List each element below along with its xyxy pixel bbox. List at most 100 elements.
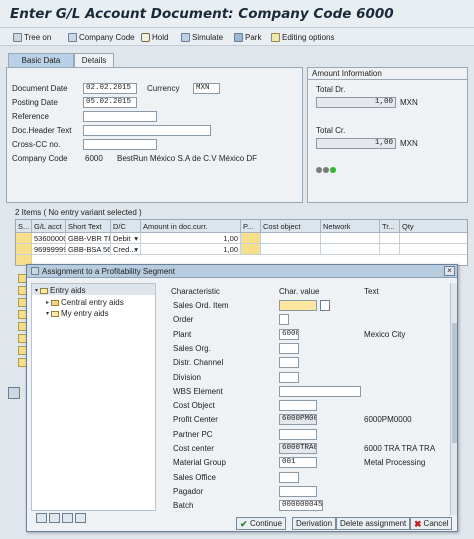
tab-basic-data[interactable]: Basic Data (8, 53, 74, 67)
tree-on-button[interactable]: Tree on (13, 31, 51, 43)
gl-account-cell[interactable]: 9699999999 (32, 244, 66, 255)
debit-credit-value: Cred... (113, 245, 136, 254)
row-selector[interactable] (16, 244, 32, 255)
characteristic-text: Metal Processing (364, 458, 426, 468)
tree-node-central-entry-aids[interactable]: ▸ Central entry aids (46, 298, 124, 307)
simulate-button[interactable]: Simulate (181, 31, 223, 43)
close-icon[interactable]: × (444, 266, 455, 276)
characteristic-value-field[interactable] (279, 357, 299, 369)
grid-header[interactable]: G/L acct (32, 220, 66, 233)
park-icon (234, 32, 243, 42)
doc-header-text-field[interactable] (83, 125, 211, 136)
document-date-field[interactable]: 02.02.2015 (83, 83, 137, 94)
transaction-type-cell[interactable] (380, 233, 400, 244)
grid-header[interactable]: Network (321, 220, 380, 233)
network-cell[interactable] (321, 244, 380, 255)
expand-triangle-icon[interactable]: ▸ (46, 299, 49, 306)
tree-node-my-entry-aids[interactable]: ▾ My entry aids (46, 309, 109, 318)
short-text-cell[interactable]: GBB-VBR TR... (66, 233, 111, 244)
dropdown-arrow-icon[interactable]: ▾ (134, 245, 138, 254)
dropdown-arrow-icon[interactable]: ▾ (134, 234, 138, 243)
characteristic-label: Sales Ord. Item (173, 301, 229, 310)
characteristic-value-field[interactable] (279, 371, 299, 383)
hold-button[interactable]: Hold (141, 31, 168, 43)
quantity-cell[interactable] (400, 233, 467, 244)
cross-cc-field[interactable] (83, 139, 157, 150)
change-entry-aid-icon[interactable] (49, 513, 60, 523)
characteristic-value-field[interactable] (279, 385, 361, 397)
posting-date-field[interactable]: 05.02.2015 (83, 97, 137, 108)
characteristic-value-field[interactable] (279, 342, 299, 354)
currency-field[interactable]: MXN (193, 83, 220, 94)
park-button[interactable]: Park (234, 31, 261, 43)
characteristic-value-field[interactable] (279, 300, 317, 311)
characteristic-value-field[interactable]: 6000 (279, 328, 299, 340)
folder-open-icon (40, 287, 49, 294)
company-code-button[interactable]: Company Code (68, 31, 135, 43)
grid-header[interactable]: Amount in doc.curr. (141, 220, 241, 233)
grid-settings-icon[interactable] (8, 387, 20, 399)
currency-label: Currency (147, 84, 180, 93)
grid-header[interactable]: S... (16, 220, 32, 233)
copy-entry-aid-icon[interactable] (62, 513, 73, 523)
trash-icon[interactable] (75, 513, 86, 523)
characteristic-label: Profit Center (173, 415, 218, 425)
dialog-title: Assignment to a Profitability Segment (42, 266, 175, 276)
grid-header[interactable]: D/C (111, 220, 141, 233)
debit-credit-value: Debit (113, 234, 131, 243)
create-entry-aid-icon[interactable] (36, 513, 47, 523)
scrollbar-thumb[interactable] (452, 323, 457, 443)
characteristic-value-field[interactable]: 001 (279, 457, 317, 469)
editing-options-button[interactable]: Editing options (271, 31, 334, 43)
derivation-button[interactable]: Derivation (292, 517, 337, 530)
row-selector[interactable] (16, 233, 32, 244)
network-cell[interactable] (321, 233, 380, 244)
profitability-segment-icon[interactable] (241, 233, 261, 244)
cost-object-cell[interactable] (261, 233, 321, 244)
items-grid-title: 2 Items ( No entry variant selected ) (15, 208, 142, 217)
characteristic-value-field[interactable]: 6000TRA000 (279, 443, 317, 454)
tab-details[interactable]: Details (74, 53, 114, 67)
grid-header[interactable]: Cost object (261, 220, 321, 233)
value-help-icon[interactable] (320, 300, 330, 311)
quantity-cell[interactable] (400, 244, 467, 255)
characteristic-label: Sales Office (173, 472, 216, 482)
grid-header[interactable]: Qty (400, 220, 467, 233)
cost-object-cell[interactable] (261, 244, 321, 255)
characteristic-text: 6000 TRA TRA TRA (364, 444, 436, 453)
reference-field[interactable] (83, 111, 157, 122)
characteristic-value-field[interactable] (279, 485, 317, 497)
dialog-icon (31, 267, 39, 275)
expand-triangle-icon[interactable]: ▾ (35, 287, 38, 294)
delete-assignment-button[interactable]: Delete assignment (336, 517, 411, 530)
characteristic-value-field[interactable]: 0000000454 (279, 500, 323, 512)
amount-cell[interactable]: 1,00 (141, 244, 241, 255)
status-light-icon (323, 167, 329, 173)
gl-account-cell[interactable]: 5360000000 (32, 233, 66, 244)
continue-button[interactable]: ✔ Continue (236, 517, 287, 530)
short-text-cell[interactable]: GBB-BSA 561 (66, 244, 111, 255)
grid-header[interactable]: P... (241, 220, 261, 233)
debit-credit-cell[interactable]: Debit ▾ (111, 233, 141, 244)
profitability-segment-icon[interactable] (241, 244, 261, 255)
amount-cell[interactable]: 1,00 (141, 233, 241, 244)
grid-header[interactable]: Tr... (380, 220, 400, 233)
grid-header[interactable]: Short Text (66, 220, 111, 233)
transaction-type-cell[interactable] (380, 244, 400, 255)
tree-icon (13, 32, 22, 42)
expand-triangle-icon[interactable]: ▾ (46, 310, 49, 317)
total-debit-currency: MXN (400, 98, 418, 107)
col-text: Text (364, 287, 379, 296)
characteristic-label: Plant (173, 329, 192, 339)
application-toolbar: Tree on Company Code Hold Simulate Park … (0, 28, 474, 46)
characteristic-value-field[interactable] (279, 314, 289, 326)
characteristic-value-field[interactable]: 6000PM0000 (279, 414, 317, 426)
tree-node-entry-aids[interactable]: ▾ Entry aids (35, 286, 86, 295)
total-credit-label: Total Cr. (316, 126, 346, 135)
characteristic-value-field[interactable] (279, 471, 299, 483)
characteristic-value-field[interactable] (279, 428, 317, 440)
characteristic-value-field[interactable] (279, 400, 317, 412)
debit-credit-cell[interactable]: Cred... ▾ (111, 244, 141, 255)
cancel-button[interactable]: ✖ Cancel (410, 517, 453, 530)
dialog-scrollbar[interactable] (450, 283, 457, 515)
